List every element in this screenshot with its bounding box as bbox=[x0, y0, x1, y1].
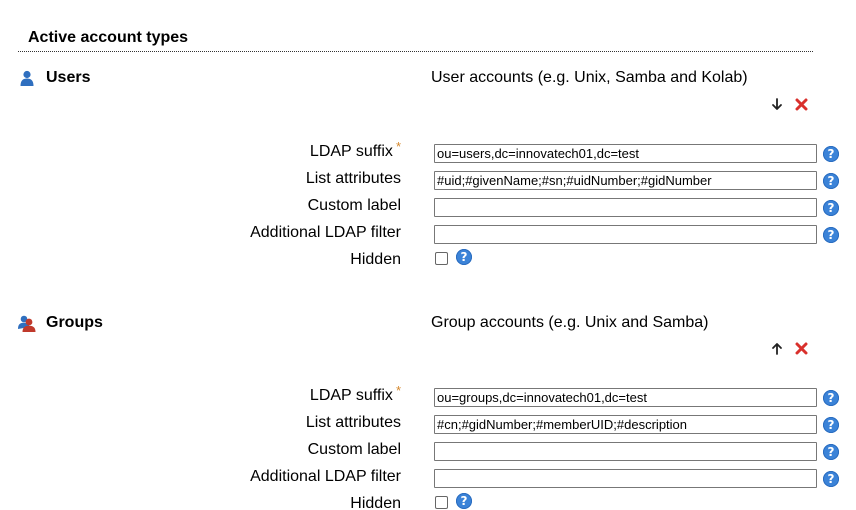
hidden-label: Hidden bbox=[350, 495, 401, 510]
help-icon[interactable]: ? bbox=[823, 390, 839, 406]
list-attributes-input-groups[interactable] bbox=[434, 415, 817, 434]
user-icon bbox=[18, 69, 36, 87]
required-marker: * bbox=[395, 139, 401, 154]
move-down-icon[interactable] bbox=[770, 97, 784, 111]
hidden-label: Hidden bbox=[350, 251, 401, 268]
help-icon[interactable]: ? bbox=[456, 249, 472, 265]
help-icon[interactable]: ? bbox=[823, 417, 839, 433]
additional-filter-label: Additional LDAP filter bbox=[250, 468, 401, 485]
required-marker: * bbox=[395, 383, 401, 398]
remove-type-users-icon[interactable] bbox=[794, 97, 808, 111]
help-icon[interactable]: ? bbox=[823, 444, 839, 460]
custom-label-input-users[interactable] bbox=[434, 198, 817, 217]
additional-filter-label: Additional LDAP filter bbox=[250, 224, 401, 241]
move-up-icon[interactable] bbox=[770, 341, 784, 355]
group-icon bbox=[17, 314, 36, 332]
ldap-suffix-input-groups[interactable] bbox=[434, 388, 817, 407]
type-name-users: Users bbox=[46, 69, 91, 86]
type-description-groups: Group accounts (e.g. Unix and Samba) bbox=[431, 314, 709, 331]
help-icon[interactable]: ? bbox=[823, 173, 839, 189]
additional-filter-input-users[interactable] bbox=[434, 225, 817, 244]
list-attributes-label: List attributes bbox=[305, 170, 401, 187]
custom-label-label: Custom label bbox=[307, 441, 401, 458]
list-attributes-label: List attributes bbox=[305, 414, 401, 431]
additional-filter-input-groups[interactable] bbox=[434, 469, 817, 488]
account-types-page: Active account types Users User accounts… bbox=[0, 0, 856, 510]
help-icon[interactable]: ? bbox=[456, 493, 472, 509]
custom-label-label: Custom label bbox=[307, 197, 401, 214]
list-attributes-input-users[interactable] bbox=[434, 171, 817, 190]
type-description-users: User accounts (e.g. Unix, Samba and Kola… bbox=[431, 69, 748, 86]
ldap-suffix-label: LDAP suffix * bbox=[309, 139, 401, 160]
help-icon[interactable]: ? bbox=[823, 471, 839, 487]
section-title: Active account types bbox=[28, 29, 189, 46]
help-icon[interactable]: ? bbox=[823, 200, 839, 216]
remove-type-groups-icon[interactable] bbox=[794, 341, 808, 355]
ldap-suffix-input-users[interactable] bbox=[434, 144, 817, 163]
hidden-checkbox-groups[interactable] bbox=[435, 496, 448, 509]
section-divider bbox=[18, 51, 813, 52]
hidden-checkbox-users[interactable] bbox=[435, 252, 448, 265]
ldap-suffix-label: LDAP suffix * bbox=[309, 383, 401, 404]
help-icon[interactable]: ? bbox=[823, 227, 839, 243]
custom-label-input-groups[interactable] bbox=[434, 442, 817, 461]
type-name-groups: Groups bbox=[46, 314, 103, 331]
help-icon[interactable]: ? bbox=[823, 146, 839, 162]
